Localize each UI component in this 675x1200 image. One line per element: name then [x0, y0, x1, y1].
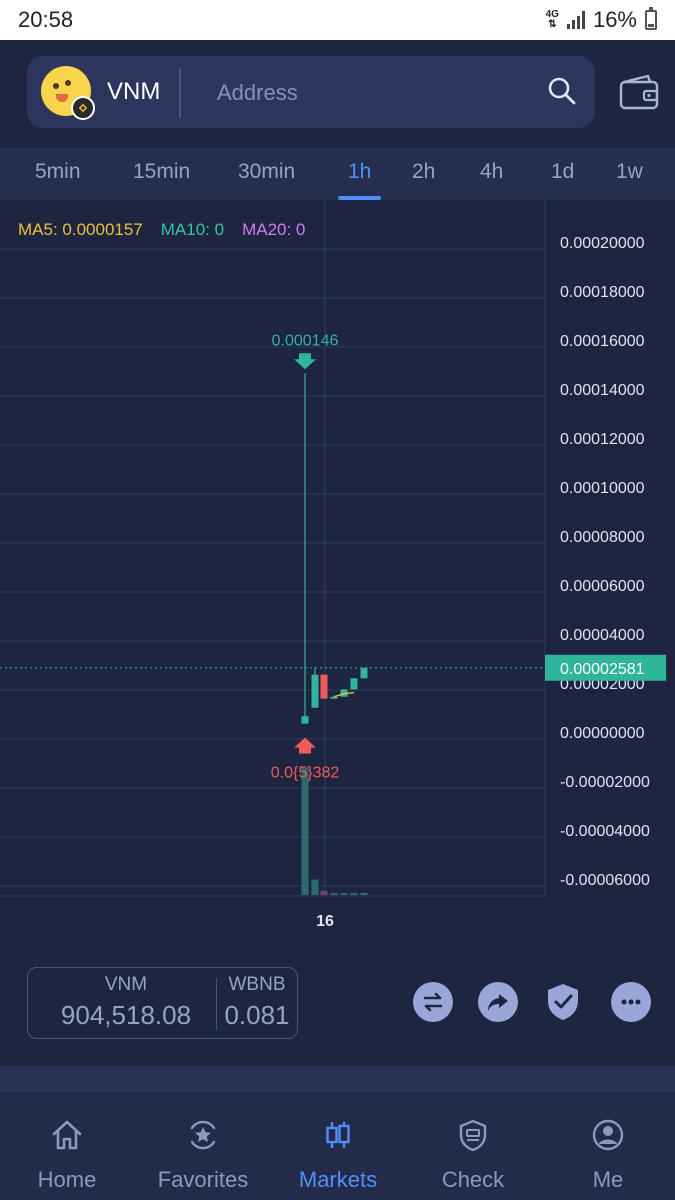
nav-markets[interactable]: Markets — [273, 1118, 403, 1193]
low-arrow-icon — [294, 737, 316, 754]
token-b-value: 0.081 — [224, 1000, 290, 1030]
token-a-balance: VNM 904,518.08 — [46, 974, 206, 1031]
home-icon — [52, 1120, 82, 1150]
share-icon — [488, 994, 508, 1011]
tab-5min[interactable]: 5min — [35, 160, 81, 184]
user-icon — [592, 1119, 624, 1151]
tab-1h[interactable]: 1h — [348, 160, 371, 184]
low-price-label: 0.0{5}382 — [271, 765, 340, 782]
tab-30min[interactable]: 30min — [238, 160, 295, 184]
y-tick-label: 0.00020000 — [560, 235, 645, 252]
volume-bar — [360, 893, 368, 895]
y-tick-label: -0.00006000 — [560, 872, 650, 889]
y-tick-label: 0.00016000 — [560, 333, 645, 350]
bottom-nav: Home Favorites Markets Check Me — [0, 1092, 675, 1200]
y-tick-label: 0.00000000 — [560, 725, 645, 742]
y-tick-label: -0.00004000 — [560, 823, 650, 840]
check-shield-icon — [459, 1119, 487, 1152]
high-price-label: 0.000146 — [272, 332, 339, 349]
balance-box: VNM 904,518.08 WBNB 0.081 — [27, 967, 298, 1039]
battery-icon — [645, 7, 657, 30]
shield-check-icon — [548, 984, 578, 1020]
nav-favorites[interactable]: Favorites — [138, 1118, 268, 1193]
candles-icon — [326, 1122, 350, 1148]
ma5-value: MA5: 0.0000157 — [18, 220, 143, 239]
candle-body — [301, 716, 309, 724]
nav-home-label: Home — [37, 1167, 97, 1192]
y-tick-label: 0.00006000 — [560, 578, 645, 595]
nav-me[interactable]: Me — [543, 1118, 673, 1193]
y-tick-label: 0.00010000 — [560, 480, 645, 497]
tab-1d[interactable]: 1d — [551, 160, 574, 184]
status-bar: 20:58 4G ⇅ 16% — [0, 0, 675, 40]
wallet-icon[interactable] — [618, 72, 660, 112]
battery-percent: 16% — [592, 7, 637, 32]
token-b-balance: WBNB 0.081 — [216, 974, 298, 1031]
price-chart[interactable]: 0.00020000 0.00018000 0.00016000 0.00014000… — [0, 200, 675, 940]
chat-icon — [621, 999, 641, 1005]
tab-15min[interactable]: 15min — [133, 160, 190, 184]
y-tick-label: 0.00008000 — [560, 529, 645, 546]
high-arrow-icon — [294, 353, 316, 370]
nav-check-label: Check — [441, 1167, 505, 1192]
token-search-bar[interactable]: VNM Address — [27, 56, 595, 128]
x-tick-label: 16 — [316, 913, 334, 930]
security-button[interactable] — [543, 982, 583, 1022]
volume-bar — [330, 893, 338, 895]
chart-canvas[interactable]: 0.00020000 0.00018000 0.00016000 0.00014000… — [0, 200, 675, 940]
y-tick-label: -0.00002000 — [560, 774, 650, 791]
y-tick-label: 0.00004000 — [560, 627, 645, 644]
status-time: 20:58 — [18, 7, 74, 32]
swap-icon — [423, 992, 443, 1012]
y-tick-label: 0.00014000 — [560, 382, 645, 399]
volume-bar — [320, 890, 328, 895]
candle-body — [350, 678, 358, 690]
nav-me-label: Me — [592, 1167, 624, 1192]
tab-1w[interactable]: 1w — [616, 160, 643, 184]
divider — [179, 68, 181, 118]
bnb-chain-icon — [71, 96, 95, 120]
search-icon[interactable] — [547, 76, 577, 106]
token-a-label: VNM — [104, 974, 148, 995]
nav-markets-label: Markets — [298, 1167, 378, 1192]
current-price-value: 0.00002581 — [560, 661, 645, 678]
nav-favorites-label: Favorites — [157, 1167, 249, 1192]
volume-bar — [350, 893, 358, 895]
candle-body — [330, 696, 338, 699]
header: VNM Address — [0, 40, 675, 148]
signal-icon — [566, 11, 585, 29]
token-symbol[interactable]: VNM — [107, 78, 160, 106]
status-icons: 4G ⇅ 16% — [546, 7, 657, 33]
ma10-value: MA10: 0 — [160, 220, 225, 239]
tab-2h[interactable]: 2h — [412, 160, 435, 184]
candle-body — [360, 667, 368, 679]
volume-bar — [301, 767, 309, 895]
tab-4h[interactable]: 4h — [480, 160, 503, 184]
ma-legend: MA5: 0.0000157 MA10: 0 MA20: 0 — [18, 220, 305, 240]
star-icon — [190, 1120, 216, 1150]
token-b-label: WBNB — [228, 974, 286, 995]
chat-button[interactable] — [611, 982, 651, 1022]
address-input[interactable]: Address — [217, 80, 298, 106]
candle-body — [320, 674, 328, 699]
ma20-value: MA20: 0 — [242, 220, 306, 239]
volume-bar — [311, 879, 319, 895]
divider-strip — [0, 1066, 675, 1092]
network-type: 4G ⇅ — [545, 9, 559, 30]
timeframe-tabs: 5min 15min 30min 1h 2h 4h 1d 1w — [0, 148, 675, 200]
y-tick-label: 0.00012000 — [560, 431, 645, 448]
token-a-value: 904,518.08 — [60, 1000, 192, 1030]
share-button[interactable] — [478, 982, 518, 1022]
y-tick-label: 0.00018000 — [560, 284, 645, 301]
candle-body — [311, 674, 319, 708]
swap-button[interactable] — [413, 982, 453, 1022]
volume-bar — [340, 893, 348, 895]
nav-home[interactable]: Home — [2, 1118, 132, 1193]
nav-check[interactable]: Check — [408, 1118, 538, 1193]
